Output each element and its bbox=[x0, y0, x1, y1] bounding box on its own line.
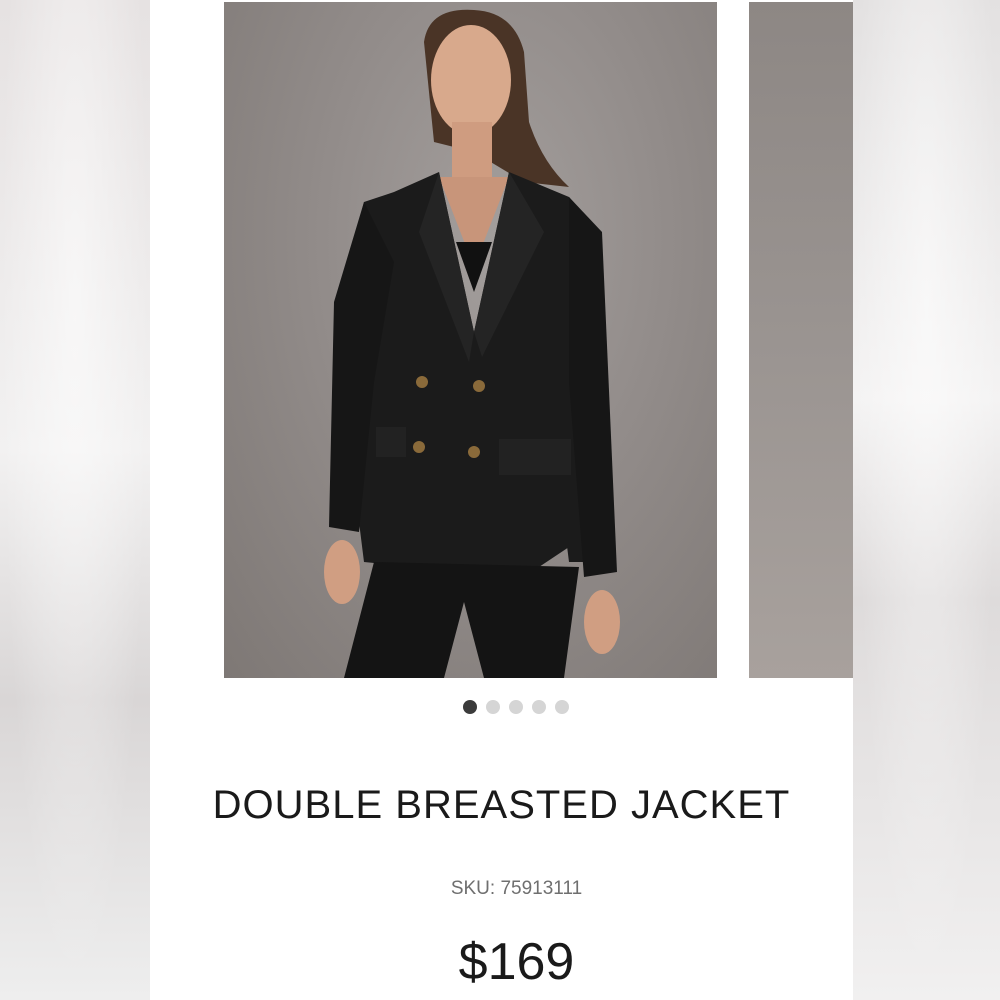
carousel-dot-4[interactable] bbox=[532, 700, 546, 714]
blurred-backdrop-left bbox=[0, 0, 150, 1000]
product-page: DOUBLE BREASTED JACKET SKU: 75913111 $16… bbox=[150, 0, 853, 1000]
carousel-dot-2[interactable] bbox=[486, 700, 500, 714]
carousel-dot-5[interactable] bbox=[555, 700, 569, 714]
sku-value: 75913111 bbox=[500, 878, 583, 899]
carousel-dot-3[interactable] bbox=[509, 700, 523, 714]
product-image-next-peek[interactable] bbox=[749, 2, 853, 678]
product-image-carousel[interactable] bbox=[150, 0, 853, 680]
product-image-main[interactable] bbox=[224, 2, 717, 678]
screenshot: DOUBLE BREASTED JACKET SKU: 75913111 $16… bbox=[0, 0, 1000, 1000]
product-sku: SKU: 75913111 bbox=[150, 878, 853, 900]
carousel-dot-1[interactable] bbox=[463, 700, 477, 714]
product-title: DOUBLE BREASTED JACKET bbox=[212, 783, 791, 827]
carousel-pagination bbox=[463, 700, 569, 714]
model-wearing-jacket-illustration bbox=[324, 9, 620, 678]
blurred-backdrop-right bbox=[853, 0, 1000, 1000]
sku-label: SKU: bbox=[450, 878, 501, 899]
product-price: $169 bbox=[458, 933, 575, 991]
